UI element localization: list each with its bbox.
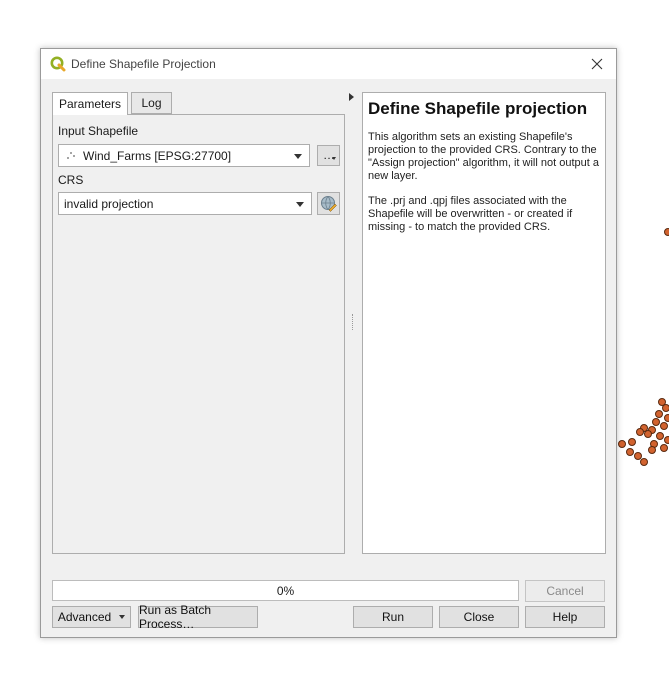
input-shapefile-label: Input Shapefile — [58, 124, 139, 138]
map-point — [626, 448, 634, 456]
crs-combo[interactable]: invalid projection — [58, 192, 312, 215]
chevron-down-icon — [294, 154, 302, 159]
qgis-logo-icon — [50, 56, 66, 72]
map-point — [660, 444, 668, 452]
tab-parameters[interactable]: Parameters — [52, 92, 128, 115]
select-crs-button[interactable] — [317, 192, 340, 215]
parameters-panel: Parameters Log Input Shapefile Wind_Farm… — [52, 92, 345, 554]
crs-value: invalid projection — [64, 197, 154, 211]
help-title: Define Shapefile projection — [368, 99, 588, 118]
map-point — [628, 438, 636, 446]
close-label: Close — [463, 610, 495, 624]
splitter-handle[interactable] — [352, 314, 355, 330]
cancel-label: Cancel — [546, 584, 584, 598]
input-shapefile-combo[interactable]: Wind_Farms [EPSG:27700] — [58, 144, 310, 167]
title-bar[interactable]: Define Shapefile Projection — [41, 49, 616, 79]
progress-text: 0% — [276, 584, 295, 598]
advanced-button[interactable]: Advanced — [52, 606, 131, 628]
map-point — [664, 228, 669, 236]
define-shapefile-projection-dialog: Define Shapefile Projection Parameters L… — [40, 48, 617, 638]
progress-bar: 0% — [52, 580, 519, 601]
map-point — [655, 410, 663, 418]
tab-parameters-label: Parameters — [58, 97, 122, 111]
help-paragraph-1: This algorithm sets an existing Shapefil… — [368, 131, 599, 182]
advanced-label: Advanced — [57, 610, 112, 624]
batch-label: Run as Batch Process… — [139, 603, 212, 631]
map-point — [640, 458, 648, 466]
map-point — [636, 428, 644, 436]
help-label: Help — [552, 610, 578, 624]
help-panel: Define Shapefile projection This algorit… — [362, 92, 606, 554]
chevron-down-icon — [332, 157, 336, 160]
map-point — [662, 404, 669, 412]
close-icon[interactable] — [588, 55, 606, 73]
map-point — [664, 414, 669, 422]
run-as-batch-button[interactable]: Run as Batch Process… — [138, 603, 258, 631]
globe-select-icon — [321, 196, 337, 212]
run-label: Run — [381, 610, 404, 624]
run-button[interactable]: Run — [353, 606, 433, 628]
tab-log[interactable]: Log — [131, 92, 172, 114]
map-point — [618, 440, 626, 448]
help-paragraph-2: The .prj and .qpj files associated with … — [368, 195, 573, 233]
point-layer-icon — [67, 152, 75, 159]
cancel-button[interactable]: Cancel — [525, 580, 605, 602]
chevron-down-icon — [119, 615, 126, 619]
map-point — [652, 418, 660, 426]
crs-label: CRS — [58, 173, 84, 187]
input-shapefile-value: Wind_Farms [EPSG:27700] — [83, 149, 232, 163]
help-button[interactable]: Help — [525, 606, 605, 628]
browse-button[interactable]: … — [317, 145, 340, 166]
map-point — [648, 446, 656, 454]
tab-log-label: Log — [141, 96, 162, 110]
map-point — [644, 430, 652, 438]
collapse-help-arrow-icon[interactable] — [349, 93, 354, 101]
close-button[interactable]: Close — [439, 606, 519, 628]
window-title: Define Shapefile Projection — [71, 57, 216, 71]
map-point — [656, 432, 664, 440]
map-point — [660, 422, 668, 430]
map-point — [664, 436, 669, 444]
parameters-tab-body: Input Shapefile Wind_Farms [EPSG:27700] … — [52, 114, 345, 554]
chevron-down-icon — [296, 202, 304, 207]
